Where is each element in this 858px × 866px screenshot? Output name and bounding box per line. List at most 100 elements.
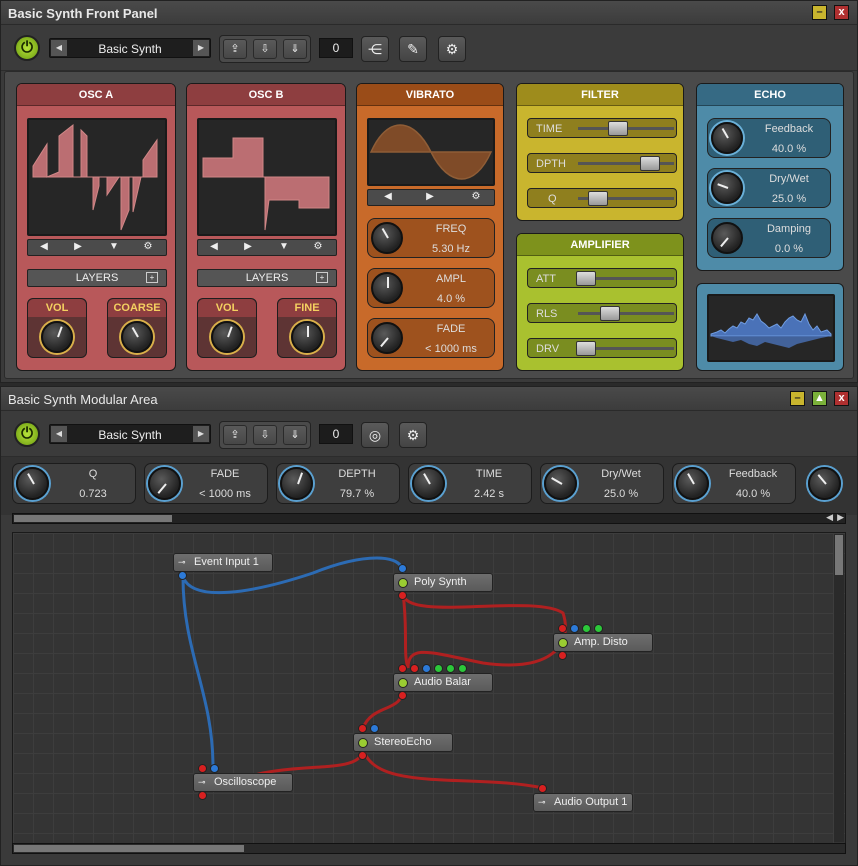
port-red[interactable] [538, 784, 547, 793]
power-icon[interactable] [558, 638, 568, 648]
echo-feedback-knob[interactable]: Feedback 40.0 % [707, 118, 831, 158]
rls-slider-thumb[interactable] [600, 306, 620, 321]
prev-preset-icon[interactable]: ◀ [51, 40, 67, 56]
minimize-button[interactable]: – [790, 391, 805, 406]
knob-strip-scrollbar[interactable]: ◀ ▶ [12, 512, 846, 524]
close-button[interactable]: x [834, 391, 849, 406]
osc-b-layers-button[interactable]: LAYERS + [197, 269, 337, 287]
power-icon[interactable] [398, 678, 408, 688]
edit-pencil-icon[interactable]: ✎ [399, 36, 427, 62]
down-icon[interactable]: ▼ [104, 241, 124, 252]
osc-b-vol-knob[interactable]: VOL [197, 298, 257, 358]
amp-drv-slider[interactable]: DRV [527, 338, 677, 358]
port-red[interactable] [398, 664, 407, 673]
port-red[interactable] [410, 664, 419, 673]
port-red[interactable] [558, 651, 567, 660]
vibrato-ampl-knob[interactable]: AMPL 4.0 % [367, 268, 495, 308]
scrollbar-thumb[interactable] [14, 515, 172, 522]
power-icon[interactable] [358, 738, 368, 748]
vibrato-fade-knob[interactable]: FADE < 1000 ms [367, 318, 495, 358]
next-preset-icon[interactable]: ▶ [193, 40, 209, 56]
settings-gear-icon[interactable]: ⚙ [438, 36, 466, 62]
feedback-knob-dial[interactable] [711, 122, 743, 154]
play-icon[interactable]: ▶ [238, 241, 258, 252]
osc-a-coarse-knob[interactable]: COARSE [107, 298, 167, 358]
time-slider-thumb[interactable] [608, 121, 628, 136]
fine-knob-dial[interactable] [291, 321, 323, 353]
preset-selector[interactable]: ◀ Basic Synth ▶ [49, 424, 211, 444]
vol-knob-dial[interactable] [211, 321, 243, 353]
port-red[interactable] [198, 791, 207, 800]
gear-icon[interactable]: ⚙ [466, 191, 486, 202]
load-icon[interactable]: ⇪ [223, 425, 247, 445]
osc-a-vol-knob[interactable]: VOL [27, 298, 87, 358]
partial-knob-dial[interactable] [808, 467, 841, 500]
param-knob-fade[interactable]: FADE < 1000 ms [144, 463, 268, 504]
gear-icon[interactable]: ⚙ [308, 241, 328, 252]
knob-dial[interactable] [544, 467, 577, 500]
filter-time-slider[interactable]: TIME [527, 118, 677, 138]
routing-icon[interactable]: ⋲ [361, 36, 389, 62]
filter-dpth-slider[interactable]: DPTH [527, 153, 677, 173]
knob-dial[interactable] [280, 467, 313, 500]
knob-dial[interactable] [148, 467, 181, 500]
power-button[interactable]: ⏻ [14, 421, 40, 447]
scroll-right-icon[interactable]: ▶ [837, 512, 844, 523]
close-button[interactable]: x [834, 5, 849, 20]
port-green[interactable] [594, 624, 603, 633]
node-stereo-echo[interactable]: StereoEcho [353, 733, 453, 752]
next-preset-icon[interactable]: ▶ [193, 426, 209, 442]
node-amp-disto[interactable]: Amp. Disto [553, 633, 653, 652]
node-oscilloscope[interactable]: ⊸ Oscilloscope [193, 773, 293, 792]
load-icon[interactable]: ⇪ [223, 39, 247, 59]
port-blue[interactable] [422, 664, 431, 673]
knob-dial[interactable] [16, 467, 49, 500]
record-icon[interactable]: ◎ [361, 422, 389, 448]
save-icon[interactable]: ⇩ [253, 425, 277, 445]
node-event-input[interactable]: ⊸ Event Input 1 [173, 553, 273, 572]
power-icon[interactable] [398, 578, 408, 588]
node-audio-output[interactable]: ⊸ Audio Output 1 [533, 793, 633, 812]
node-poly-synth[interactable]: Poly Synth [393, 573, 493, 592]
param-knob-dry-wet[interactable]: Dry/Wet 25.0 % [540, 463, 664, 504]
port-green[interactable] [582, 624, 591, 633]
port-red[interactable] [198, 764, 207, 773]
drv-slider-thumb[interactable] [576, 341, 596, 356]
coarse-knob-dial[interactable] [121, 321, 153, 353]
knob-dial[interactable] [412, 467, 445, 500]
port-green[interactable] [434, 664, 443, 673]
freq-knob-dial[interactable] [371, 222, 403, 254]
fade-knob-dial[interactable] [371, 322, 403, 354]
echo-drywet-knob[interactable]: Dry/Wet 25.0 % [707, 168, 831, 208]
prev-icon[interactable]: ◀ [34, 241, 54, 252]
scrollbar-thumb[interactable] [14, 845, 244, 852]
save-as-icon[interactable]: ⇓ [283, 39, 307, 59]
play-icon[interactable]: ▶ [420, 191, 440, 202]
counter-field[interactable]: 0 [319, 38, 353, 58]
minimize-button[interactable]: – [812, 5, 827, 20]
counter-field[interactable]: 0 [319, 424, 353, 444]
canvas-horizontal-scrollbar[interactable] [12, 843, 846, 854]
port-green[interactable] [446, 664, 455, 673]
save-icon[interactable]: ⇩ [253, 39, 277, 59]
gear-icon[interactable]: ⚙ [138, 241, 158, 252]
drywet-knob-dial[interactable] [711, 172, 743, 204]
ampl-knob-dial[interactable] [371, 272, 403, 304]
play-icon[interactable]: ▶ [68, 241, 88, 252]
filter-q-slider[interactable]: Q [527, 188, 677, 208]
q-slider-thumb[interactable] [588, 191, 608, 206]
power-button[interactable]: ⏻ [14, 35, 40, 61]
amp-rls-slider[interactable]: RLS [527, 303, 677, 323]
maximize-button[interactable]: ▲ [812, 391, 827, 406]
port-red[interactable] [398, 591, 407, 600]
port-blue[interactable] [178, 571, 187, 580]
prev-icon[interactable]: ◀ [204, 241, 224, 252]
port-blue[interactable] [570, 624, 579, 633]
prev-preset-icon[interactable]: ◀ [51, 426, 67, 442]
port-red[interactable] [398, 691, 407, 700]
param-knob-depth[interactable]: DEPTH 79.7 % [276, 463, 400, 504]
dpth-slider-thumb[interactable] [640, 156, 660, 171]
port-blue[interactable] [398, 564, 407, 573]
port-red[interactable] [358, 751, 367, 760]
osc-b-fine-knob[interactable]: FINE [277, 298, 337, 358]
